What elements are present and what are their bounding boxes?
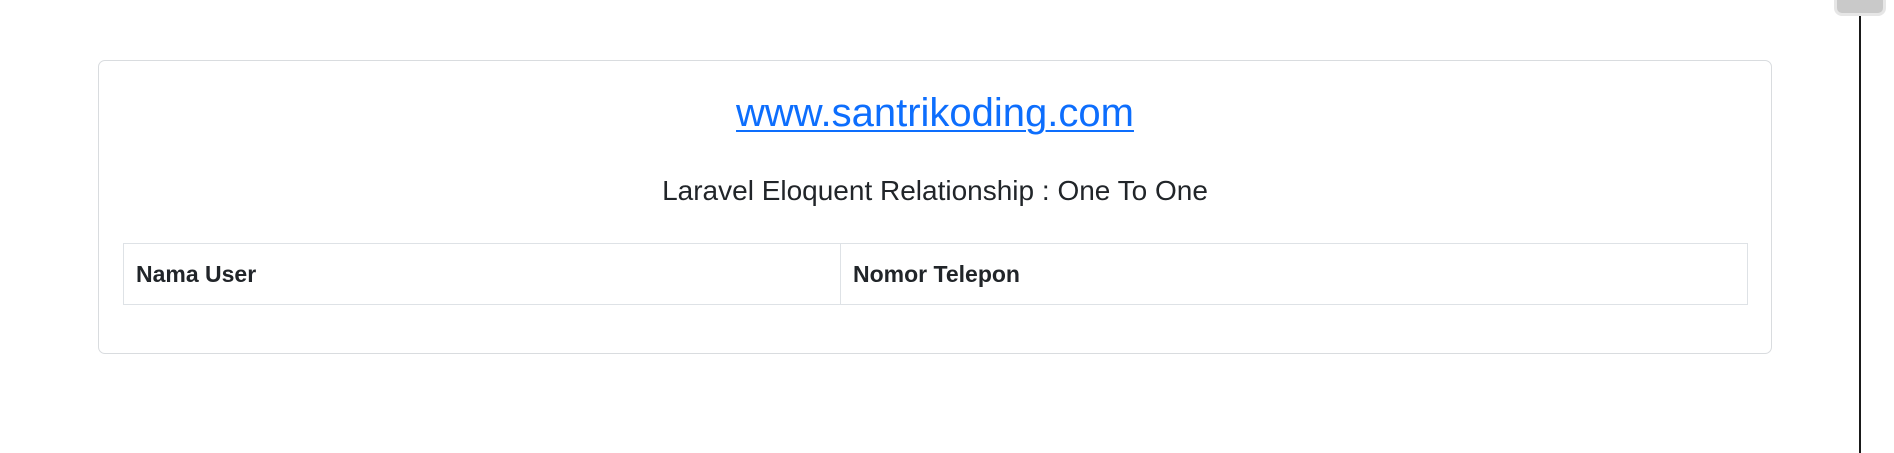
users-table: Nama User Nomor Telepon (123, 243, 1748, 305)
vertical-scrollbar[interactable] (1834, 0, 1894, 453)
page-subtitle: Laravel Eloquent Relationship : One To O… (662, 175, 1208, 206)
scrollbar-thumb[interactable] (1834, 0, 1886, 16)
column-header-nomor-telepon: Nomor Telepon (840, 243, 1748, 305)
table-header-row: Nama User Nomor Telepon (123, 243, 1748, 305)
table-header: Nama User Nomor Telepon (123, 243, 1748, 305)
page-viewport: www.santrikoding.com Laravel Eloquent Re… (0, 0, 1894, 453)
content-card: www.santrikoding.com Laravel Eloquent Re… (98, 60, 1772, 354)
site-link-heading: www.santrikoding.com (99, 89, 1771, 137)
site-link[interactable]: www.santrikoding.com (736, 91, 1134, 135)
column-header-nama-user: Nama User (123, 243, 841, 305)
